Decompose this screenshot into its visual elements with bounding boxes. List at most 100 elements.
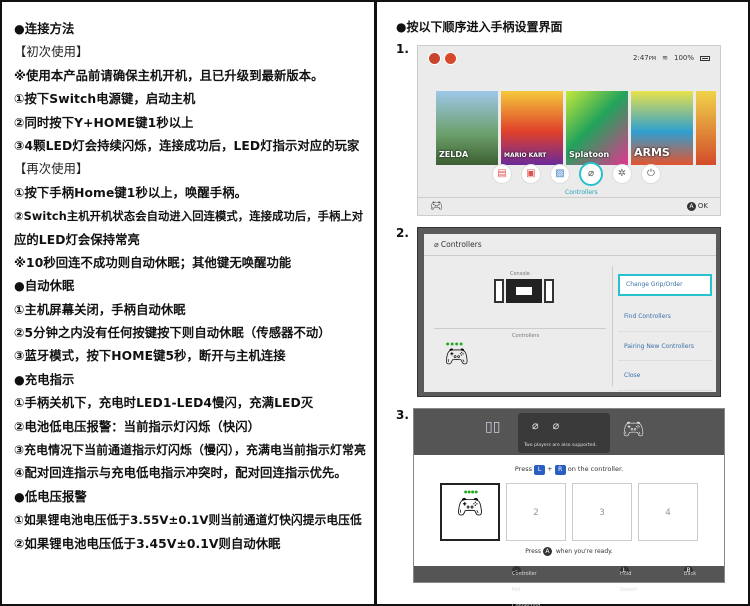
two-player-icons: ⌀⌀ <box>532 419 574 432</box>
power-icon[interactable]: ⏻ <box>641 164 661 184</box>
instruction-line: 【再次使用】 <box>14 162 89 177</box>
plus-sign: + <box>547 465 553 473</box>
menu-item-pairing-new[interactable]: Pairing New Controllers <box>618 332 712 361</box>
instruction-line: ①按下Switch电源键，启动主机 <box>14 92 196 107</box>
press-a-instruction: Press A when you're ready. <box>414 547 724 556</box>
instruction-line: ②电池低电压报警：当前指示灯闪烁（快闪） <box>14 419 261 434</box>
controllers-menu-screenshot: ⌀ Controllers Console Controllers ●●●● 🎮… <box>417 227 721 397</box>
pro-controller-icon: 🎮︎ <box>444 344 470 368</box>
settings-gear-icon[interactable]: ✲ <box>612 164 632 184</box>
instruction-line: ②同时按下Y+HOME键1秒以上 <box>14 115 194 130</box>
grip-options-bar: ▯▯ ⌀⌀ Two players are also supported. 🎮︎ <box>414 409 724 455</box>
tooltip-text: Two players are also supported. <box>524 443 597 448</box>
shop-icon[interactable]: ▣ <box>521 164 541 184</box>
instruction-line: ①按下手柄Home键1秒以上，唤醒手柄。 <box>14 185 248 200</box>
user-avatars <box>428 52 457 65</box>
instruction-line: ●低电压报警 <box>14 489 87 504</box>
menu-item-find-controllers[interactable]: Find Controllers <box>618 302 712 332</box>
game-title: ARMS <box>634 146 670 159</box>
instruction-line: ②如果锂电池电压低于3.45V±0.1V则自动休眠 <box>14 536 281 551</box>
joycon-pair-icon: ▯▯ <box>485 419 501 435</box>
news-icon[interactable]: ▤ <box>492 164 512 184</box>
steps-column: ●按以下顺序进入手柄设置界面 <box>396 18 734 38</box>
footer-mid-label: Hold Search <box>620 571 638 593</box>
r-button-icon: R <box>554 465 566 475</box>
instruction-line: ①手柄关机下，充电时LED1-LED4慢闪，充满LED灭 <box>14 396 314 411</box>
instruction-line: ※使用本产品前请确保主机开机，且已升级到最新版本。 <box>14 68 324 83</box>
l-button-icon: L <box>534 465 546 475</box>
instruction-line: ②Switch主机开机状态会自动进入回连模式，连接成功后，手柄上对 <box>14 210 364 224</box>
status-bar: 2:47PM ≋ 100% <box>633 54 710 62</box>
console-graphic <box>494 279 554 303</box>
game-tile-arms[interactable]: ARMS <box>631 91 693 165</box>
avatar <box>444 52 457 65</box>
avatar <box>428 52 441 65</box>
grip-footer: - Controller Not Connecting L Hold Search … <box>414 566 724 606</box>
tooltip-bubble: ⌀⌀ Two players are also supported. <box>518 413 610 453</box>
footer-left-label: Controller Not Connecting <box>512 571 541 606</box>
player-slot-4[interactable]: 4 <box>638 483 698 541</box>
game-title: ZELDA <box>439 150 469 159</box>
press-prefix: Press <box>514 465 532 473</box>
game-tile-partial[interactable] <box>696 91 716 165</box>
home-footer: 🎮︎ A OK <box>418 197 720 215</box>
instruction-line: ③4颗LED灯会持续闪烁，连接成功后，LED灯指示对应的玩家 <box>14 138 360 153</box>
instruction-line: ①主机屏幕关闭，手柄自动休眠 <box>14 302 186 317</box>
instruction-line: ●自动休眠 <box>14 279 75 294</box>
controllers-menu: Change Grip/Order Find Controllers Pairi… <box>618 274 712 391</box>
pro-controller-icon: 🎮︎ <box>622 419 645 440</box>
instruction-line: ④配对回连指示与充电低电指示冲突时，配对回连指示优先。 <box>14 466 347 481</box>
pressa-prefix: Press <box>525 548 542 555</box>
battery-percent: 100% <box>673 54 694 62</box>
clock-suffix: PM <box>648 56 657 62</box>
step-3-number: 3. <box>396 408 409 422</box>
instruction-line: ●充电指示 <box>14 372 75 387</box>
step-1-number: 1. <box>396 42 409 56</box>
battery-icon <box>700 55 710 61</box>
menu-item-change-grip[interactable]: Change Grip/Order <box>618 274 712 296</box>
instruction-line: ③蓝牙模式，按下HOME键5秒，断开与主机连接 <box>14 349 286 364</box>
player-slots: ●●●● 🎮︎ 2 3 4 <box>440 483 698 541</box>
controllers-section-label: Controllers <box>512 333 540 339</box>
divider <box>434 328 606 329</box>
game-title: MARIO KART <box>504 152 547 159</box>
press-lr-instruction: Press L + R on the controller. <box>414 465 724 475</box>
instruction-line: 应的LED灯会保持常亮 <box>14 232 140 247</box>
left-joycon-icon <box>494 279 504 303</box>
instruction-line: ②5分钟之内没有任何按键按下则自动休眠（传感器不动） <box>14 326 331 341</box>
change-grip-screenshot: ▯▯ ⌀⌀ Two players are also supported. 🎮︎… <box>413 408 725 606</box>
album-icon[interactable]: ▨ <box>550 164 570 184</box>
instruction-line: 【初次使用】 <box>14 45 89 60</box>
footer-right-label: Back <box>684 571 697 577</box>
home-icons: ▤ ▣ ▨ ⌀ ✲ ⏻ <box>492 162 661 186</box>
player-slot-1[interactable]: ●●●● 🎮︎ <box>440 483 500 541</box>
controller-icon: ⌀ <box>434 240 441 249</box>
player-slot-3[interactable]: 3 <box>572 483 632 541</box>
ok-hint[interactable]: A OK <box>686 202 708 211</box>
console-label: Console <box>510 271 530 277</box>
console-screen-icon <box>506 279 542 303</box>
ok-label: OK <box>697 202 708 210</box>
home-menu-screenshot: 2:47PM ≋ 100% ZELDA MARIO KART Splatoon … <box>417 45 721 216</box>
instruction-line: ①如果锂电池电压低于3.55V±0.1V则当前通道灯快闪提示电压低 <box>14 513 362 528</box>
instruction-line: ※10秒回连不成功则自动休眠；其他键无唤醒功能 <box>14 255 292 270</box>
step-2-number: 2. <box>396 226 409 240</box>
instruction-line: ③充电情况下当前通道指示灯闪烁（慢闪），充满电当前指示灯常亮 <box>14 443 366 458</box>
game-tile-zelda[interactable]: ZELDA <box>436 91 498 165</box>
controllers-header-title: Controllers <box>440 240 482 249</box>
controllers-icon[interactable]: ⌀ <box>579 162 603 186</box>
column-divider <box>374 0 377 606</box>
gamepad-icon: 🎮︎ <box>430 201 443 212</box>
player-slot-2[interactable]: 2 <box>506 483 566 541</box>
pressa-suffix: when you're ready. <box>555 548 613 555</box>
instruction-line: ●连接方法 <box>14 22 75 36</box>
steps-title: ●按以下顺序进入手柄设置界面 <box>396 20 563 34</box>
right-joycon-icon <box>544 279 554 303</box>
clock-time: 2:47 <box>633 54 649 62</box>
game-tile-splatoon[interactable]: Splatoon <box>566 91 628 165</box>
menu-item-close[interactable]: Close <box>618 361 712 391</box>
instructions-column: ●连接方法【初次使用】 ※使用本产品前请确保主机开机，且已升级到最新版本。 ①按下S… <box>14 18 366 556</box>
game-tiles: ZELDA MARIO KART Splatoon ARMS <box>436 91 716 165</box>
game-tile-mario-kart[interactable]: MARIO KART <box>501 91 563 165</box>
game-title: Splatoon <box>569 150 610 159</box>
